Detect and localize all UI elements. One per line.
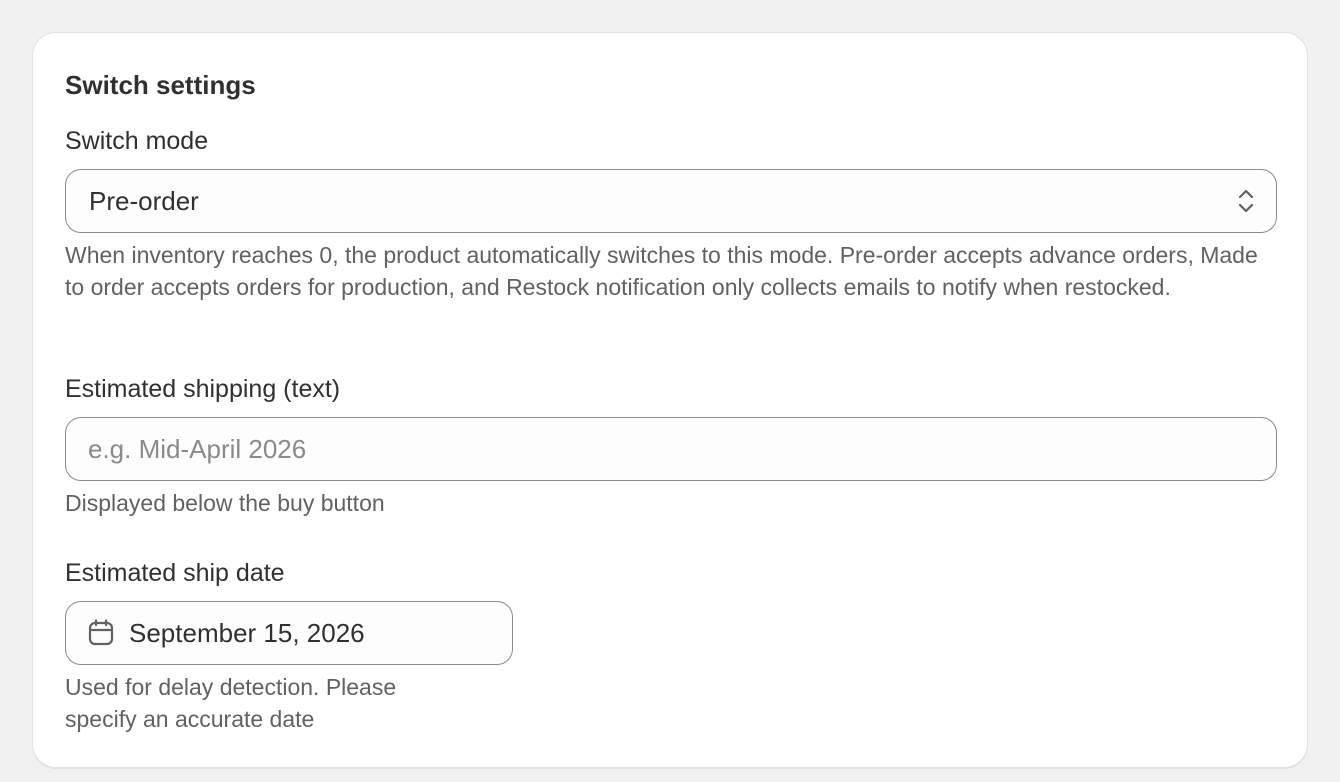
switch-mode-help-text: When inventory reaches 0, the product au… <box>65 242 1258 300</box>
switch-mode-select[interactable]: Pre-order <box>65 169 1277 233</box>
estimated-shipping-field[interactable] <box>65 417 1277 481</box>
switch-mode-selected-value: Pre-order <box>89 186 199 216</box>
ship-date-value: September 15, 2026 <box>129 618 365 648</box>
ship-date-help-line-2: specify an accurate date <box>65 706 315 732</box>
switch-settings-card: Switch settings Switch mode Pre-order Wh… <box>32 32 1308 768</box>
calendar-icon <box>88 619 114 646</box>
estimated-shipping-label: Estimated shipping (text) <box>65 375 341 403</box>
estimated-shipping-help-text: Displayed below the buy button <box>65 490 385 516</box>
ship-date-label: Estimated ship date <box>65 559 285 587</box>
estimated-shipping-input[interactable] <box>88 430 1248 468</box>
ship-date-help-line-1: Used for delay detection. Please <box>65 674 397 700</box>
select-chevrons-icon <box>1238 189 1254 213</box>
switch-mode-label: Switch mode <box>65 127 209 155</box>
card-title: Switch settings <box>65 70 256 100</box>
ship-date-picker[interactable]: September 15, 2026 <box>65 601 513 665</box>
